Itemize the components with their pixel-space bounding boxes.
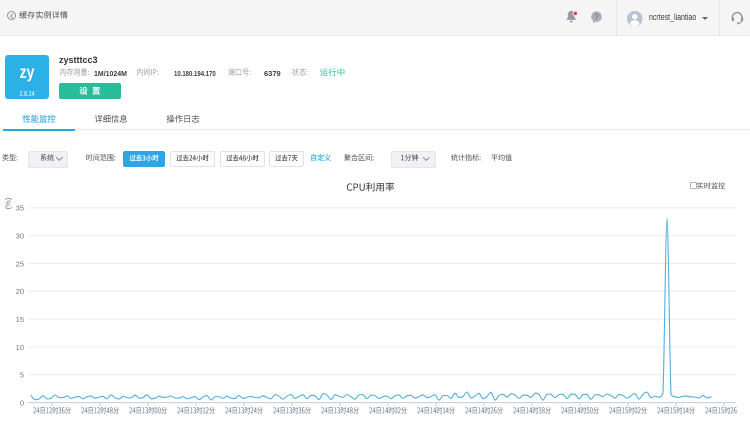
svg-text:5: 5 — [20, 371, 24, 380]
svg-text:0: 0 — [20, 398, 24, 407]
svg-text:25: 25 — [16, 259, 24, 268]
svg-text:35: 35 — [16, 204, 24, 213]
svg-text:30: 30 — [16, 232, 24, 241]
svg-text:20: 20 — [16, 287, 24, 296]
svg-text:(%): (%) — [4, 197, 13, 209]
svg-text:10: 10 — [16, 343, 24, 352]
svg-text:15: 15 — [16, 315, 24, 324]
